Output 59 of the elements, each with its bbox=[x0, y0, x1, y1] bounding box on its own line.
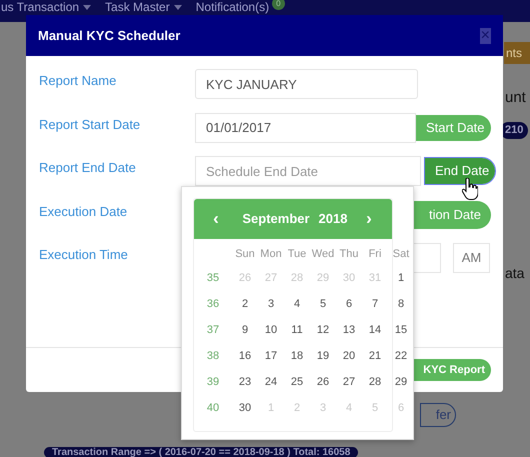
heading: ata bbox=[505, 264, 524, 283]
calendar-day[interactable]: 5 bbox=[310, 291, 336, 317]
input-field[interactable]: 01/01/2017 bbox=[195, 112, 416, 142]
weekday-label: Sat bbox=[392, 246, 410, 262]
calendar-day[interactable]: 15 bbox=[388, 317, 414, 343]
notification-badge: 0 bbox=[272, 0, 285, 10]
weekday-label: Tue bbox=[286, 246, 308, 262]
nav-item[interactable]: us Transaction bbox=[1, 1, 92, 14]
field-label: Report Start Date bbox=[39, 116, 142, 134]
range-badge: Transaction Range => ( 2016-07-20 == 2018-09-18 ) Total: 16058 bbox=[44, 447, 358, 457]
calendar-day[interactable]: 8 bbox=[388, 291, 414, 317]
calendar-day[interactable]: 4 bbox=[284, 291, 310, 317]
date-button[interactable]: End Date bbox=[425, 158, 495, 184]
calendar-day[interactable]: 13 bbox=[336, 317, 362, 343]
field-label: Execution Time bbox=[39, 246, 129, 264]
calendar-day[interactable]: 10 bbox=[258, 317, 284, 343]
week-number: 38 bbox=[206, 348, 220, 364]
calendar-day[interactable]: 7 bbox=[362, 291, 388, 317]
nav-item[interactable]: Notification(s) 0 bbox=[196, 1, 285, 14]
heading: unt bbox=[505, 88, 526, 108]
calendar-day[interactable]: 18 bbox=[284, 343, 310, 369]
field-label: Report Name bbox=[39, 72, 118, 90]
input-field[interactable]: KYC JANUARY bbox=[195, 69, 418, 99]
calendar-day[interactable]: 14 bbox=[362, 317, 388, 343]
calendar-day[interactable]: 12 bbox=[310, 317, 336, 343]
nav-item[interactable]: Task Master bbox=[105, 1, 182, 14]
calendar-day[interactable]: 16 bbox=[232, 343, 258, 369]
week-number: 35 bbox=[206, 270, 220, 286]
calendar-day[interactable]: 1 bbox=[388, 265, 414, 291]
field-label: Execution Date bbox=[39, 202, 128, 220]
hand-cursor-icon bbox=[462, 178, 478, 200]
calendar-day[interactable]: 19 bbox=[310, 343, 336, 369]
field-label: Report End Date bbox=[39, 159, 137, 177]
calendar-day[interactable]: 11 bbox=[284, 317, 310, 343]
weekday-label: Mon bbox=[259, 246, 283, 262]
calendar-day[interactable]: 23 bbox=[232, 369, 258, 395]
weekday-label: Sun bbox=[234, 246, 256, 262]
calendar-day[interactable]: 3 bbox=[258, 291, 284, 317]
modal-title: Manual KYC Scheduler bbox=[38, 26, 180, 45]
calendar-day[interactable]: 30 bbox=[232, 395, 258, 421]
meridiem-box[interactable]: AM bbox=[453, 243, 490, 273]
weekday-label: Fri bbox=[368, 246, 382, 262]
calendar-day[interactable]: 2 bbox=[232, 291, 258, 317]
caret-icon bbox=[83, 5, 92, 10]
week-number: 37 bbox=[206, 322, 220, 338]
week-number: 39 bbox=[206, 374, 220, 390]
calendar-day[interactable]: 17 bbox=[258, 343, 284, 369]
calendar-day[interactable]: 25 bbox=[284, 369, 310, 395]
week-number: 36 bbox=[206, 296, 220, 312]
calendar-day[interactable]: 24 bbox=[258, 369, 284, 395]
menu-button[interactable]: nts bbox=[504, 42, 530, 64]
week-number: 40 bbox=[206, 400, 220, 416]
calendar-day[interactable]: 9 bbox=[232, 317, 258, 343]
caret-icon bbox=[174, 5, 182, 10]
weekday-label: Thu bbox=[338, 246, 360, 262]
calendar-day[interactable]: 6 bbox=[336, 291, 362, 317]
weekday-label: Wed bbox=[310, 246, 336, 262]
calendar-day[interactable]: 26 bbox=[310, 369, 336, 395]
input-field[interactable]: Schedule End Date bbox=[195, 156, 421, 186]
